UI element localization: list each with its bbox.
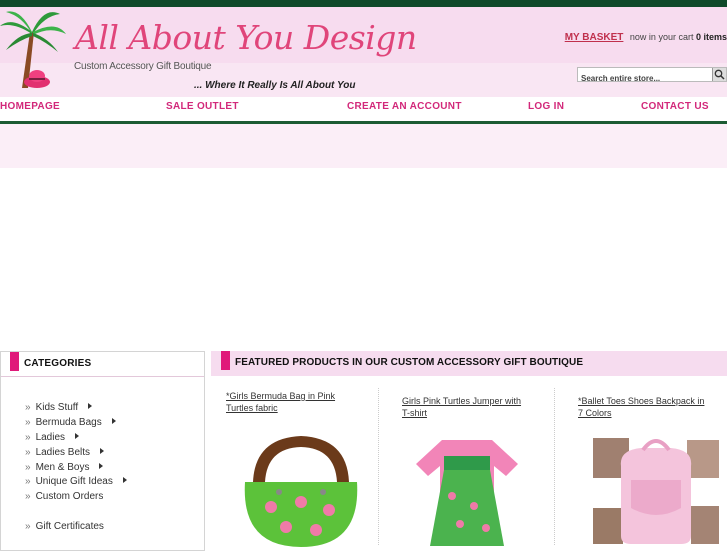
product-link[interactable]: *Girls Bermuda Bag in Pink Turtles fabric xyxy=(226,390,335,414)
arrow-right-icon xyxy=(122,477,127,483)
magnifier-icon xyxy=(714,69,725,80)
product-image-bermuda-bag[interactable] xyxy=(231,432,371,547)
product-link[interactable]: *Ballet Toes Shoes Backpack in 7 Colors xyxy=(578,395,704,419)
nav-contact-us[interactable]: CONTACT US xyxy=(641,101,709,112)
category-unique-gift-ideas[interactable]: » Unique Gift Ideas xyxy=(25,476,127,487)
featured-header: FEATURED PRODUCTS IN OUR CUSTOM ACCESSOR… xyxy=(211,351,727,376)
arrow-right-icon xyxy=(99,463,104,469)
main-nav: HOMEPAGE SALE OUTLET CREATE AN ACCOUNT L… xyxy=(0,97,727,122)
categories-header: CATEGORIES xyxy=(1,352,204,377)
category-ladies[interactable]: » Ladies xyxy=(25,432,80,443)
arrow-right-icon xyxy=(88,403,93,409)
arrow-right-icon xyxy=(111,418,116,424)
header-marker xyxy=(221,351,230,370)
pink-strip xyxy=(0,124,727,168)
product-card: Girls Pink Turtles Jumper with T-shirt xyxy=(387,388,563,546)
category-ladies-belts[interactable]: » Ladies Belts xyxy=(25,447,105,458)
arrow-right-icon xyxy=(75,433,80,439)
categories-title: CATEGORIES xyxy=(24,358,92,369)
product-card: *Girls Bermuda Bag in Pink Turtles fabric xyxy=(211,388,387,547)
nav-log-in[interactable]: LOG IN xyxy=(528,101,564,112)
basket-info: MY BASKET now in your cart 0 items xyxy=(565,32,727,43)
category-gift-certificates[interactable]: » Gift Certificates xyxy=(25,521,104,532)
palm-tree-hat-icon[interactable] xyxy=(0,10,66,92)
product-separator xyxy=(378,388,379,545)
arrow-right-icon xyxy=(100,448,105,454)
nav-sale-outlet[interactable]: SALE OUTLET xyxy=(166,101,239,112)
top-bar xyxy=(0,0,727,7)
search-input[interactable] xyxy=(578,72,712,85)
product-link[interactable]: Girls Pink Turtles Jumper with T-shirt xyxy=(402,395,521,419)
category-kids-stuff[interactable]: » Kids Stuff xyxy=(25,402,93,413)
category-men-boys[interactable]: » Men & Boys xyxy=(25,462,104,473)
my-basket-link[interactable]: MY BASKET xyxy=(565,32,624,43)
site-name[interactable]: All About You Design xyxy=(75,18,417,57)
categories-panel: CATEGORIES » Kids Stuff » Bermuda Bags » La… xyxy=(0,351,205,551)
header-marker xyxy=(10,352,19,371)
category-custom-orders[interactable]: » Custom Orders xyxy=(25,491,103,502)
product-image-backpack[interactable] xyxy=(591,436,721,546)
site-tagline: ... Where It Really Is All About You xyxy=(194,80,356,91)
search-box xyxy=(577,67,727,85)
product-separator xyxy=(554,388,555,545)
basket-text: now in your cart xyxy=(629,32,694,42)
site-subtitle: Custom Accessory Gift Boutique xyxy=(74,61,212,72)
featured-title: FEATURED PRODUCTS IN OUR CUSTOM ACCESSOR… xyxy=(235,357,584,368)
basket-count: 0 items xyxy=(695,32,727,42)
product-card: *Ballet Toes Shoes Backpack in 7 Colors xyxy=(563,388,727,545)
category-bermuda-bags[interactable]: » Bermuda Bags xyxy=(25,417,116,428)
nav-homepage[interactable]: HOMEPAGE xyxy=(0,101,60,112)
product-image-jumper[interactable] xyxy=(412,436,522,546)
search-button[interactable] xyxy=(712,68,726,81)
nav-create-account[interactable]: CREATE AN ACCOUNT xyxy=(347,101,462,112)
